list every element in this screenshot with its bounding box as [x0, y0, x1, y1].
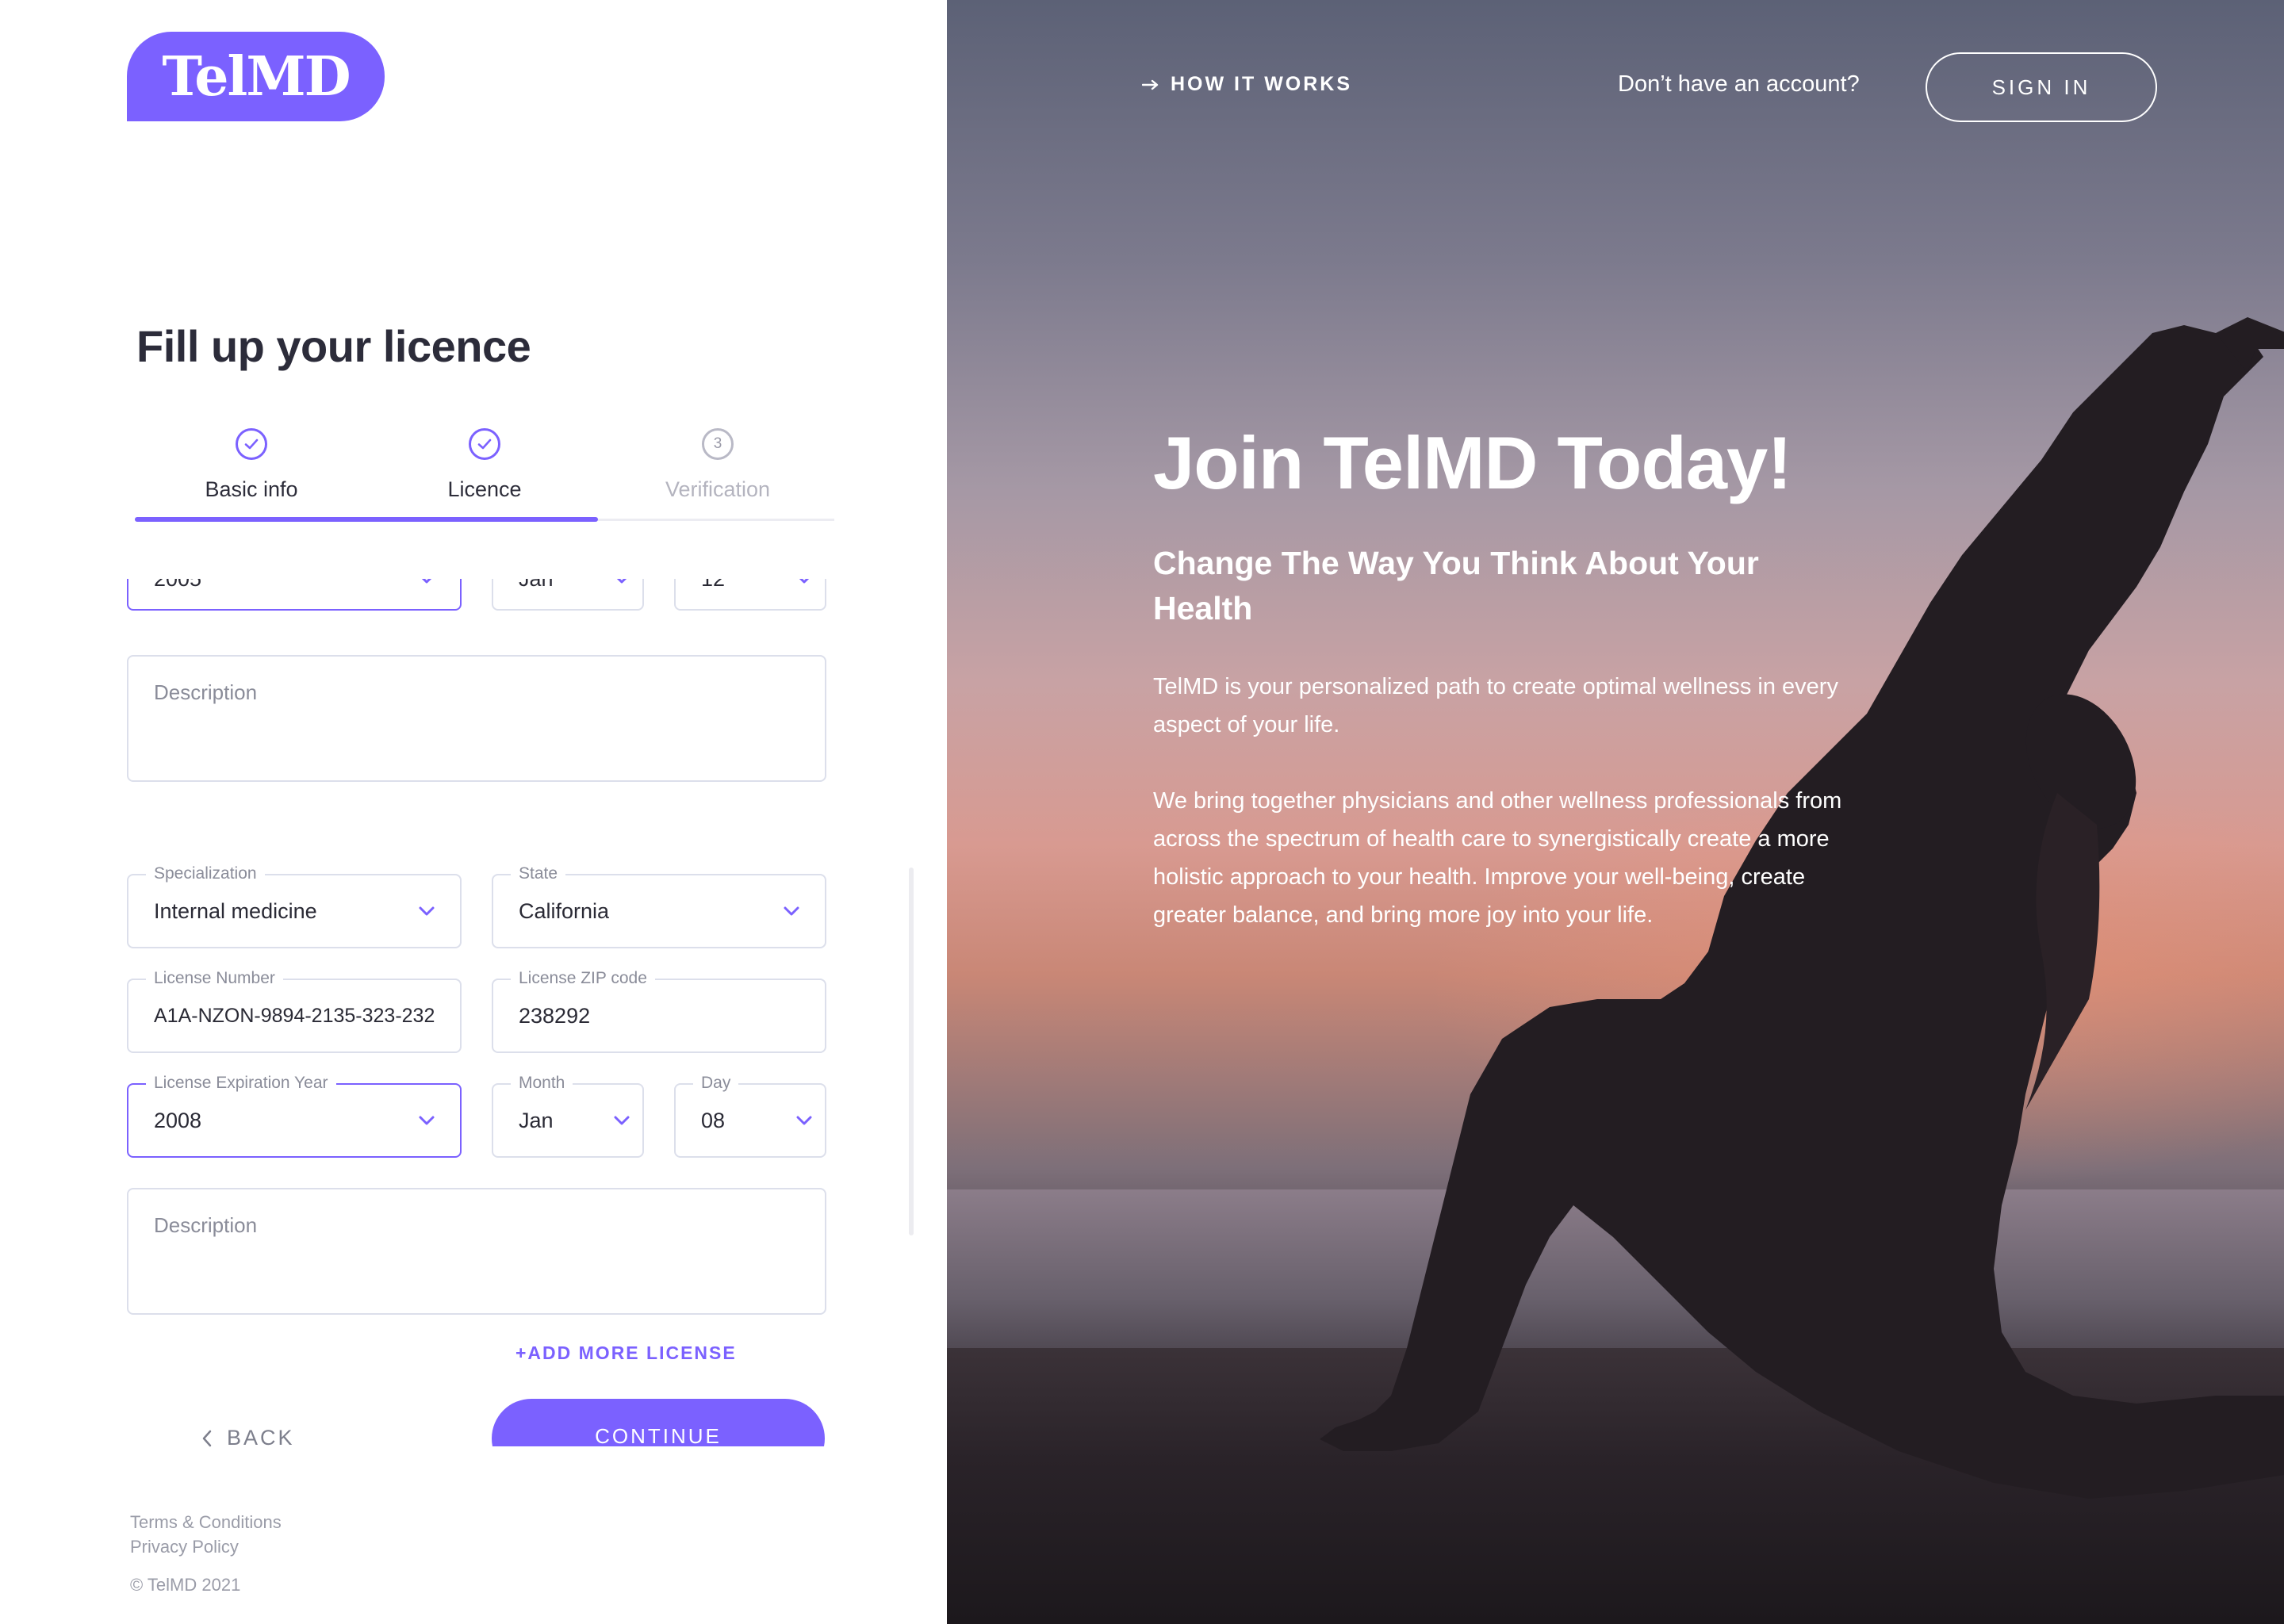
select-value: 08 — [701, 1108, 726, 1132]
first-license-year-select[interactable]: 2005 — [127, 579, 462, 611]
terms-link[interactable]: Terms & Conditions — [130, 1510, 282, 1534]
step-label: Basic info — [205, 477, 298, 501]
how-it-works-link[interactable]: HOW IT WORKS — [1142, 73, 1352, 96]
chevron-down-icon — [611, 1109, 633, 1132]
hero-paragraph-2: We bring together physicians and other w… — [1153, 788, 1842, 928]
privacy-link[interactable]: Privacy Policy — [130, 1534, 282, 1559]
add-more-license-link[interactable]: +ADD MORE LICENSE — [515, 1342, 737, 1364]
hero-title: Join TelMD Today! — [1153, 421, 1792, 504]
expiration-day-select[interactable]: Day 08 — [674, 1072, 826, 1158]
back-label: BACK — [227, 1426, 295, 1450]
chevron-left-icon — [202, 1430, 212, 1446]
first-license-day-select[interactable]: 12 — [674, 579, 826, 611]
select-value: Jan — [519, 1108, 554, 1132]
step-label: Verification — [665, 477, 771, 501]
textarea-placeholder: Description — [154, 1213, 258, 1237]
arrow-right-icon — [1142, 79, 1159, 90]
license-zip-input[interactable]: License ZIP code 238292 — [492, 967, 826, 1053]
select-value: California — [519, 898, 610, 923]
telmd-logo[interactable]: TelMD — [127, 32, 385, 121]
hero-paragraph-1: TelMD is your personalized path to creat… — [1153, 674, 1838, 737]
chevron-down-icon — [416, 579, 438, 590]
no-account-text: Don’t have an account? — [1618, 71, 1860, 97]
select-value: 2005 — [154, 579, 201, 609]
select-value: 2008 — [154, 1108, 202, 1132]
second-license-description-textarea[interactable]: Description — [127, 1188, 826, 1315]
signup-panel: TelMD Fill up your licence Basic info Li… — [0, 0, 947, 1624]
hero-subtitle: Change The Way You Think About Your Heal… — [1153, 545, 1759, 626]
chevron-down-icon — [416, 900, 438, 922]
copyright: © TelMD 2021 — [130, 1575, 241, 1595]
expiration-month-select[interactable]: Month Jan — [492, 1072, 644, 1158]
progress-stepper: Basic info Licence 3 Verification — [135, 428, 834, 523]
textarea-placeholder: Description — [154, 680, 258, 704]
select-value: 12 — [701, 579, 725, 609]
select-value: Jan — [519, 579, 554, 609]
chevron-down-icon — [793, 579, 815, 590]
check-icon — [236, 428, 267, 460]
expiration-year-select[interactable]: License Expiration Year 2008 — [127, 1072, 462, 1158]
chevron-down-icon — [780, 900, 803, 922]
back-button[interactable]: BACK — [200, 1426, 295, 1450]
chevron-down-icon — [793, 1109, 815, 1132]
continue-button[interactable]: CONTINUE — [492, 1399, 825, 1446]
stepper-progress-bar — [135, 517, 598, 522]
step-basic-info[interactable]: Basic info — [135, 428, 368, 502]
sign-in-button[interactable]: SIGN IN — [1926, 52, 2157, 122]
license-form[interactable]: 2005 Jan 12 Description Specialization I… — [119, 579, 833, 1446]
chevron-down-icon — [416, 1109, 438, 1132]
step-licence[interactable]: Licence — [368, 428, 601, 502]
input-value: A1A-NZON-9894-2135-323-232 — [154, 1004, 435, 1027]
select-value: Internal medicine — [154, 898, 317, 923]
footer-links: Terms & Conditions Privacy Policy — [130, 1510, 282, 1559]
form-scrollbar[interactable] — [909, 868, 914, 1235]
hero-panel: HOW IT WORKS Don’t have an account? SIGN… — [947, 0, 2284, 1624]
step-verification[interactable]: 3 Verification — [601, 428, 834, 502]
chevron-down-icon — [611, 579, 633, 590]
check-icon — [469, 428, 500, 460]
license-number-input[interactable]: License Number A1A-NZON-9894-2135-323-23… — [127, 967, 462, 1053]
how-it-works-label: HOW IT WORKS — [1171, 73, 1353, 95]
state-select[interactable]: State California — [492, 863, 826, 948]
continue-button-clip: CONTINUE — [492, 1399, 825, 1446]
first-license-description-textarea[interactable]: Description — [127, 655, 826, 782]
input-value: 238292 — [519, 1003, 591, 1028]
first-license-month-select[interactable]: Jan — [492, 579, 644, 611]
step-label: Licence — [447, 477, 522, 501]
page-title: Fill up your licence — [136, 321, 531, 371]
specialization-select[interactable]: Specialization Internal medicine — [127, 863, 462, 948]
step-number: 3 — [702, 428, 734, 460]
